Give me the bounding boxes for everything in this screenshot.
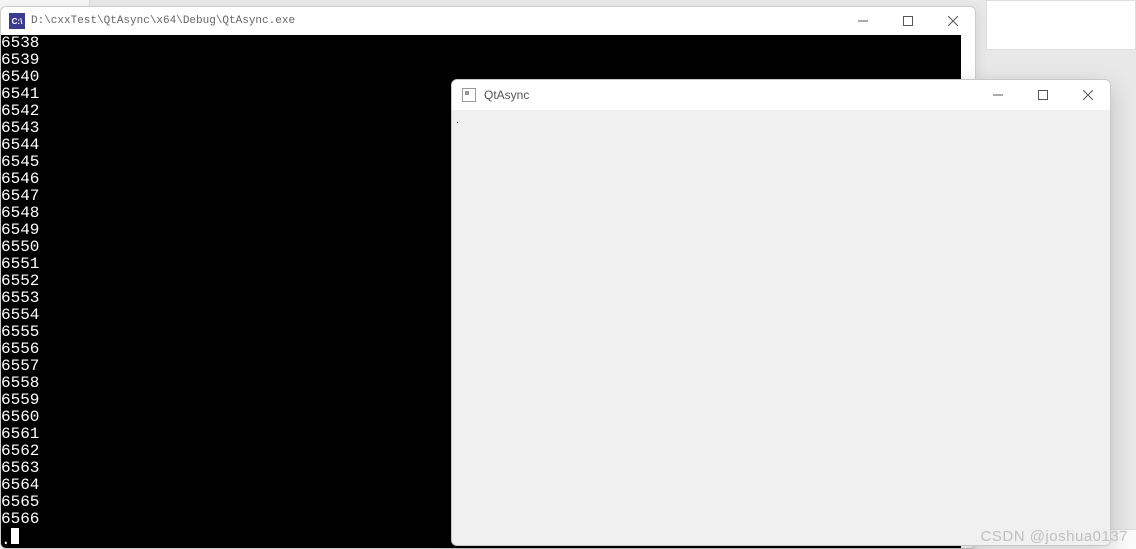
close-icon	[948, 16, 958, 26]
qt-app-icon	[462, 88, 476, 102]
console-window-controls	[840, 7, 975, 35]
console-titlebar[interactable]: C:\ D:\cxxTest\QtAsync\x64\Debug\QtAsync…	[1, 7, 975, 35]
maximize-icon	[903, 16, 913, 26]
qt-titlebar[interactable]: QtAsync	[452, 80, 1110, 110]
background-window-strip	[986, 0, 1136, 50]
maximize-icon	[1038, 90, 1048, 100]
minimize-button[interactable]	[840, 7, 885, 35]
close-button[interactable]	[1065, 80, 1110, 110]
console-line: 6539	[1, 52, 961, 69]
console-title-text: D:\cxxTest\QtAsync\x64\Debug\QtAsync.exe	[31, 15, 840, 27]
qt-title-text: QtAsync	[484, 88, 975, 102]
watermark-text: CSDN @joshua0137	[981, 528, 1128, 545]
cursor-icon	[11, 528, 19, 544]
close-icon	[1083, 90, 1093, 100]
close-button[interactable]	[930, 7, 975, 35]
console-app-icon: C:\	[9, 13, 25, 29]
console-line: 6538	[1, 35, 961, 52]
maximize-button[interactable]	[1020, 80, 1065, 110]
qt-body-text: .	[456, 114, 459, 126]
maximize-button[interactable]	[885, 7, 930, 35]
qt-window-controls	[975, 80, 1110, 110]
minimize-icon	[993, 90, 1003, 100]
qt-app-window: QtAsync .	[451, 79, 1111, 546]
minimize-icon	[858, 16, 868, 26]
minimize-button[interactable]	[975, 80, 1020, 110]
qt-client-area[interactable]: .	[452, 110, 1110, 545]
